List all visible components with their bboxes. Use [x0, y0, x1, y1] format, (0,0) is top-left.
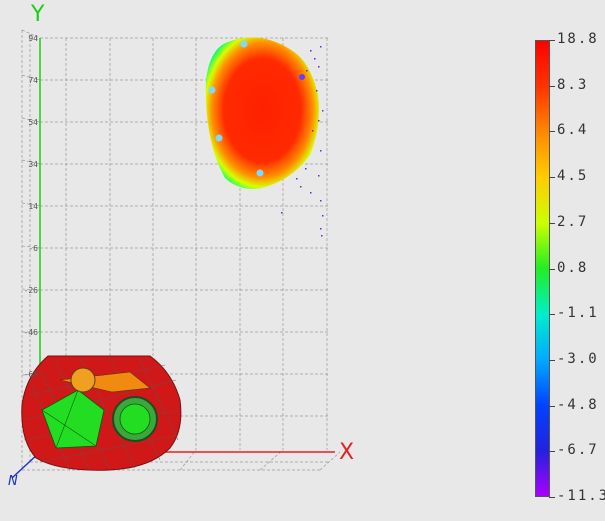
x-axis-label: X — [339, 440, 355, 465]
color-scale-label: -11.3 — [557, 488, 605, 504]
color-scale-tick — [549, 451, 555, 453]
color-scale-label: -4.8 — [557, 396, 599, 413]
y-tick-label: -66 — [23, 370, 38, 379]
y-tick-label: 34 — [28, 160, 38, 169]
y-tick-label: 14 — [28, 202, 38, 211]
color-scale-label: -1.1 — [557, 305, 599, 322]
y-tick-label: 54 — [28, 118, 38, 127]
color-scale-tick — [549, 222, 555, 224]
color-scale-tick — [549, 314, 555, 316]
color-scale-label: -3.0 — [557, 350, 599, 367]
color-scale-tick — [549, 268, 555, 270]
color-scale-label: 0.8 — [557, 259, 589, 276]
y-tick-label: 94 — [28, 34, 38, 43]
y-tick-label: -6 — [28, 244, 38, 253]
color-scale-label: 6.4 — [557, 122, 589, 139]
y-tick-label: 74 — [28, 76, 38, 85]
deviation-heatmap-part[interactable] — [205, 37, 319, 189]
color-scale-tick — [549, 85, 555, 87]
color-scale-tick — [549, 40, 555, 41]
color-scale-label: 4.5 — [557, 168, 589, 185]
color-scale-tick — [549, 405, 555, 407]
color-scale-tick — [549, 497, 555, 498]
mesh-model[interactable] — [21, 355, 182, 471]
z-axis-label: N — [8, 474, 18, 489]
color-scale-label: -6.7 — [557, 442, 599, 459]
y-tick-label: -26 — [23, 286, 38, 295]
3d-viewport[interactable]: Y X N 94 74 54 34 14 -6 -26 -46 -66 — [0, 0, 605, 517]
color-scale-bar — [535, 40, 550, 497]
color-scale-label: 2.7 — [557, 213, 589, 230]
scene-canvas[interactable] — [0, 0, 605, 517]
color-scale-label: 18.8 — [557, 31, 599, 47]
color-scale-tick — [549, 131, 555, 133]
color-scale-label: 8.3 — [557, 76, 589, 93]
y-tick-label: -46 — [23, 328, 38, 337]
color-scale-tick — [549, 177, 555, 179]
color-scale-tick — [549, 359, 555, 361]
y-axis-label: Y — [31, 2, 45, 27]
